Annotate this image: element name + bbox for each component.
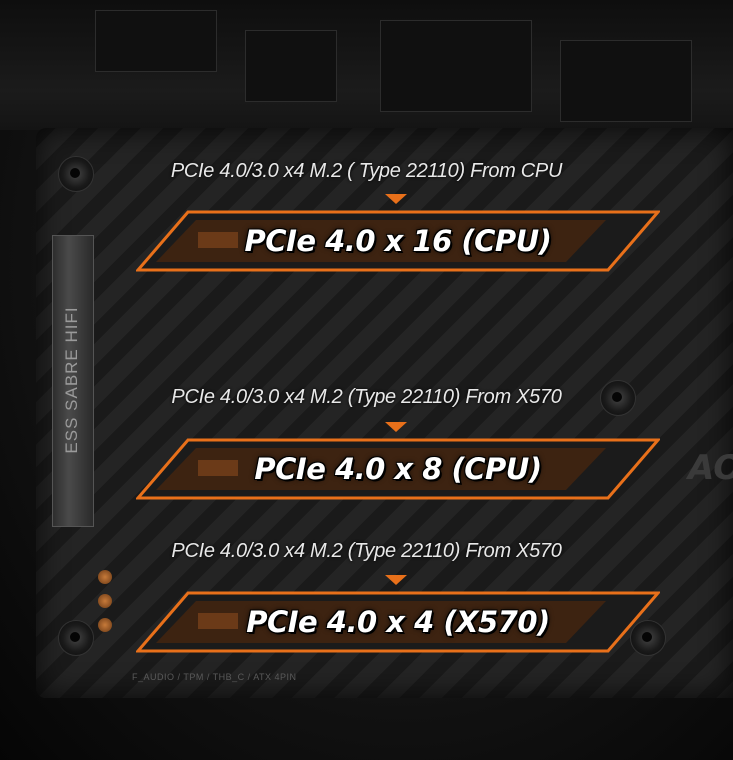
pcie-slot-banner: PCIe 4.0 x 4 (X570) [136,591,660,653]
capacitor [98,594,112,608]
screw-icon [58,620,94,656]
audio-label: ESS SABRE HIFI [62,306,81,454]
chip [245,30,337,102]
capacitor [98,618,112,632]
chip [95,10,217,72]
slot-caption: PCIe 4.0/3.0 x4 M.2 (Type 22110) From X5… [171,386,562,408]
top-components [0,0,733,130]
slot-label: PCIe 4.0 x 16 (CPU) [244,224,552,258]
board-logo: AO [688,448,733,488]
chip [380,20,532,112]
header-label: F_AUDIO / TPM / THB_C / ATX 4PIN [132,672,297,682]
slot-caption: PCIe 4.0/3.0 x4 M.2 (Type 22110) From X5… [171,540,562,562]
slot-label: PCIe 4.0 x 4 (X570) [246,605,550,639]
pcie-slot-banner: PCIe 4.0 x 8 (CPU) [136,438,660,500]
arrow-down-icon [385,194,407,204]
slot-caption: PCIe 4.0/3.0 x4 M.2 ( Type 22110) From C… [170,160,563,182]
arrow-down-icon [385,422,407,432]
slot-label: PCIe 4.0 x 8 (CPU) [254,452,542,486]
chip [560,40,692,122]
arrow-down-icon [385,575,407,585]
pcie-slot-banner: PCIe 4.0 x 16 (CPU) [136,210,660,272]
capacitor [98,570,112,584]
